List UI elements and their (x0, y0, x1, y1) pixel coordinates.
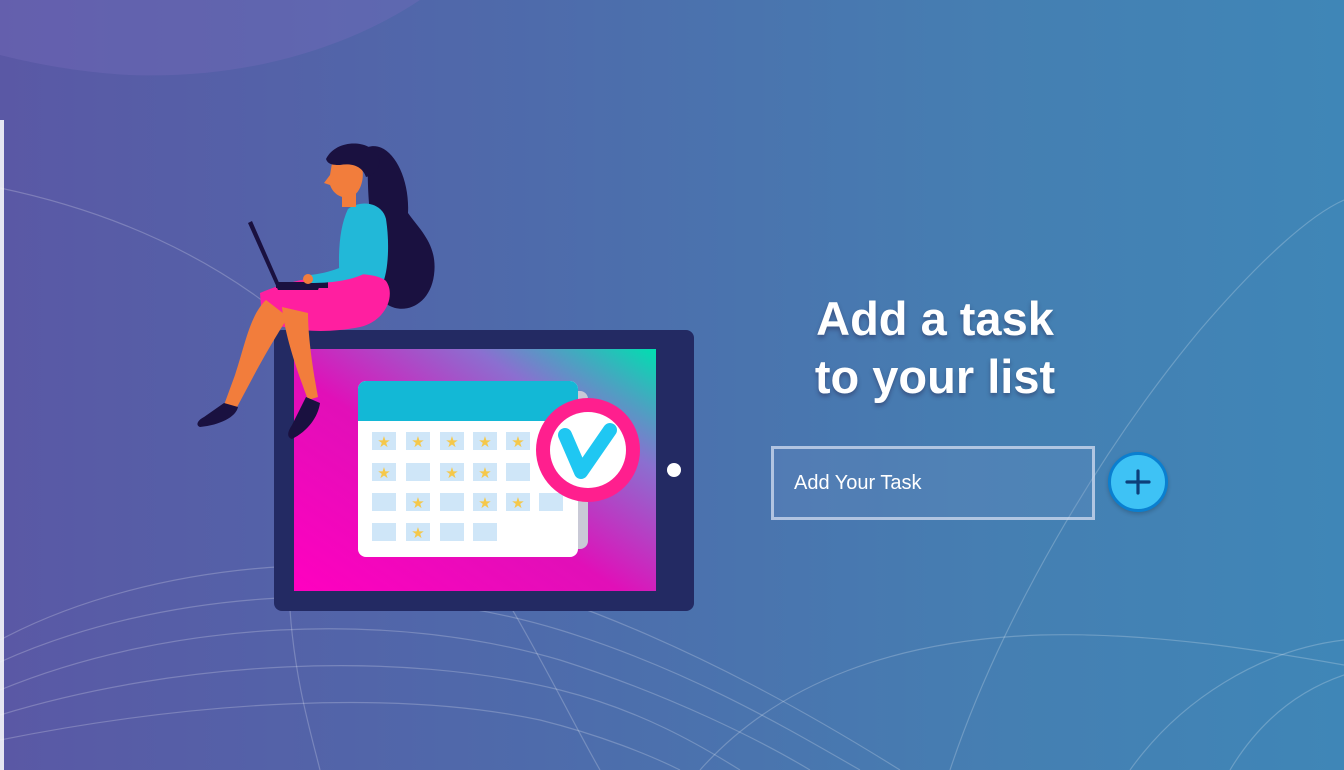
page-title: Add a task to your list (770, 290, 1100, 406)
svg-text:★: ★ (377, 464, 390, 482)
checkmark-badge-icon (536, 398, 640, 502)
svg-text:★: ★ (411, 524, 424, 542)
svg-text:★: ★ (511, 494, 524, 512)
svg-text:★: ★ (445, 433, 458, 451)
svg-text:★: ★ (511, 433, 524, 451)
svg-text:★: ★ (411, 494, 424, 512)
svg-text:★: ★ (478, 433, 491, 451)
plus-icon (1125, 469, 1151, 495)
illustration: ★ ★ ★ ★ ★ ★ ★ ★ ★ ★ ★ ★ (197, 143, 694, 611)
svg-text:★: ★ (411, 433, 424, 451)
title-line-2: to your list (814, 350, 1056, 403)
title-line-1: Add a task (816, 292, 1054, 345)
svg-text:★: ★ (478, 494, 491, 512)
task-input[interactable] (771, 446, 1095, 520)
svg-text:★: ★ (445, 464, 458, 482)
svg-text:★: ★ (377, 433, 390, 451)
svg-text:★: ★ (478, 464, 491, 482)
add-task-button[interactable] (1108, 452, 1168, 512)
